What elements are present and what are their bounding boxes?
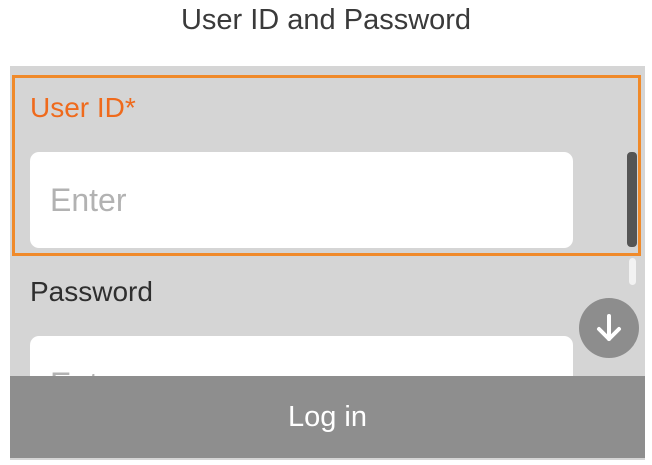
arrow-down-icon xyxy=(597,314,621,341)
login-button-label: Log in xyxy=(287,400,367,433)
password-label: Password xyxy=(30,276,153,307)
login-button[interactable]: Log in xyxy=(10,376,645,458)
scroll-down-button[interactable] xyxy=(579,298,639,358)
scrollbar-thumb[interactable] xyxy=(627,152,637,247)
user-id-input[interactable] xyxy=(30,152,573,248)
scrollbar-end-indicator xyxy=(629,258,636,285)
user-id-label: User ID* xyxy=(30,92,136,123)
page-title: User ID and Password xyxy=(180,4,472,36)
